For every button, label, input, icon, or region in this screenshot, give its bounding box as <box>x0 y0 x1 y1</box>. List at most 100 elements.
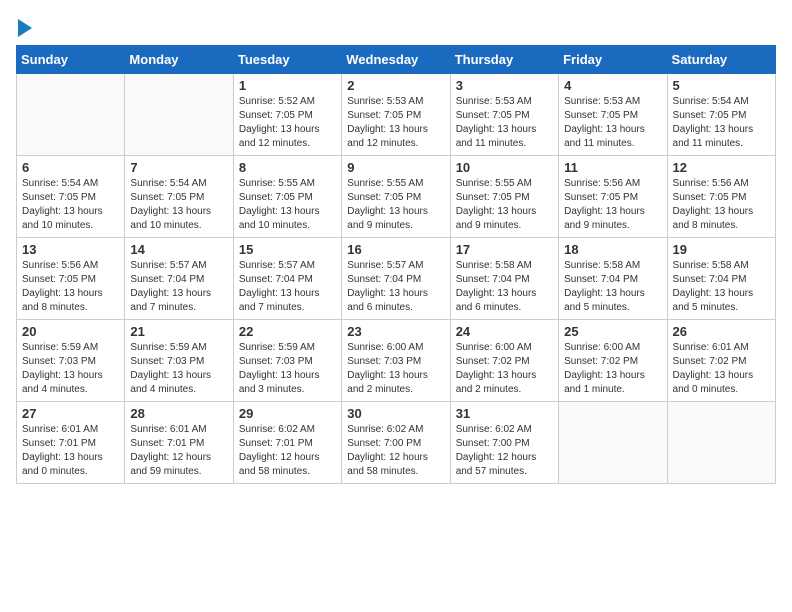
day-number: 1 <box>239 78 336 93</box>
calendar-cell: 27 Sunrise: 6:01 AM Sunset: 7:01 PM Dayli… <box>17 402 125 484</box>
calendar-cell: 3 Sunrise: 5:53 AM Sunset: 7:05 PM Daylig… <box>450 74 558 156</box>
day-info: Sunrise: 5:55 AM Sunset: 7:05 PM Dayligh… <box>347 177 444 233</box>
day-info: Sunrise: 5:57 AM Sunset: 7:04 PM Dayligh… <box>347 259 444 315</box>
day-info: Sunrise: 6:01 AM Sunset: 7:01 PM Dayligh… <box>22 423 119 479</box>
calendar-cell: 16 Sunrise: 5:57 AM Sunset: 7:04 PM Dayli… <box>342 238 450 320</box>
calendar-cell: 29 Sunrise: 6:02 AM Sunset: 7:01 PM Dayli… <box>233 402 341 484</box>
calendar-week-row: 1Sunrise: 5:52 AM Sunset: 7:05 PM Daylig… <box>17 74 776 156</box>
calendar-cell: 15 Sunrise: 5:57 AM Sunset: 7:04 PM Dayli… <box>233 238 341 320</box>
day-number: 5 <box>673 78 770 93</box>
day-number: 25 <box>564 324 661 339</box>
day-info: Sunrise: 5:59 AM Sunset: 7:03 PM Dayligh… <box>239 341 336 397</box>
day-number: 26 <box>673 324 770 339</box>
day-info: Sunrise: 6:00 AM Sunset: 7:03 PM Dayligh… <box>347 341 444 397</box>
day-info: Sunrise: 6:00 AM Sunset: 7:02 PM Dayligh… <box>456 341 553 397</box>
calendar-header-sunday: Sunday <box>17 46 125 74</box>
calendar-cell: 13Sunrise: 5:56 AM Sunset: 7:05 PM Dayli… <box>17 238 125 320</box>
day-info: Sunrise: 5:55 AM Sunset: 7:05 PM Dayligh… <box>239 177 336 233</box>
logo-icon <box>18 19 32 37</box>
day-info: Sunrise: 5:54 AM Sunset: 7:05 PM Dayligh… <box>22 177 119 233</box>
calendar-cell: 25Sunrise: 6:00 AM Sunset: 7:02 PM Dayli… <box>559 320 667 402</box>
day-number: 8 <box>239 160 336 175</box>
day-info: Sunrise: 5:59 AM Sunset: 7:03 PM Dayligh… <box>130 341 227 397</box>
day-number: 30 <box>347 406 444 421</box>
day-number: 2 <box>347 78 444 93</box>
day-number: 28 <box>130 406 227 421</box>
day-info: Sunrise: 5:56 AM Sunset: 7:05 PM Dayligh… <box>564 177 661 233</box>
calendar-cell: 20 Sunrise: 5:59 AM Sunset: 7:03 PM Dayli… <box>17 320 125 402</box>
day-number: 4 <box>564 78 661 93</box>
calendar-header-row: SundayMondayTuesdayWednesdayThursdayFrid… <box>17 46 776 74</box>
calendar-cell: 31 Sunrise: 6:02 AM Sunset: 7:00 PM Dayli… <box>450 402 558 484</box>
day-info: Sunrise: 6:02 AM Sunset: 7:01 PM Dayligh… <box>239 423 336 479</box>
calendar-cell: 17 Sunrise: 5:58 AM Sunset: 7:04 PM Dayli… <box>450 238 558 320</box>
day-info: Sunrise: 5:58 AM Sunset: 7:04 PM Dayligh… <box>456 259 553 315</box>
calendar-cell: 12 Sunrise: 5:56 AM Sunset: 7:05 PM Dayli… <box>667 156 775 238</box>
day-info: Sunrise: 5:58 AM Sunset: 7:04 PM Dayligh… <box>673 259 770 315</box>
calendar-header-tuesday: Tuesday <box>233 46 341 74</box>
calendar-cell: 23Sunrise: 6:00 AM Sunset: 7:03 PM Dayli… <box>342 320 450 402</box>
calendar-cell: 22 Sunrise: 5:59 AM Sunset: 7:03 PM Dayli… <box>233 320 341 402</box>
day-info: Sunrise: 6:01 AM Sunset: 7:02 PM Dayligh… <box>673 341 770 397</box>
day-info: Sunrise: 6:01 AM Sunset: 7:01 PM Dayligh… <box>130 423 227 479</box>
day-number: 6 <box>22 160 119 175</box>
day-info: Sunrise: 5:54 AM Sunset: 7:05 PM Dayligh… <box>130 177 227 233</box>
calendar-cell: 19Sunrise: 5:58 AM Sunset: 7:04 PM Dayli… <box>667 238 775 320</box>
calendar-cell: 7 Sunrise: 5:54 AM Sunset: 7:05 PM Daylig… <box>125 156 233 238</box>
calendar-cell: 18Sunrise: 5:58 AM Sunset: 7:04 PM Dayli… <box>559 238 667 320</box>
day-number: 14 <box>130 242 227 257</box>
calendar-cell <box>559 402 667 484</box>
page-header <box>16 16 776 37</box>
day-number: 18 <box>564 242 661 257</box>
calendar-cell: 6 Sunrise: 5:54 AM Sunset: 7:05 PM Daylig… <box>17 156 125 238</box>
calendar-cell: 8 Sunrise: 5:55 AM Sunset: 7:05 PM Daylig… <box>233 156 341 238</box>
calendar-week-row: 6 Sunrise: 5:54 AM Sunset: 7:05 PM Daylig… <box>17 156 776 238</box>
day-number: 17 <box>456 242 553 257</box>
calendar-cell: 26 Sunrise: 6:01 AM Sunset: 7:02 PM Dayli… <box>667 320 775 402</box>
day-number: 24 <box>456 324 553 339</box>
calendar-cell: 21Sunrise: 5:59 AM Sunset: 7:03 PM Dayli… <box>125 320 233 402</box>
calendar-cell <box>125 74 233 156</box>
calendar-cell: 2 Sunrise: 5:53 AM Sunset: 7:05 PM Daylig… <box>342 74 450 156</box>
day-number: 3 <box>456 78 553 93</box>
calendar-cell: 9 Sunrise: 5:55 AM Sunset: 7:05 PM Daylig… <box>342 156 450 238</box>
day-info: Sunrise: 6:02 AM Sunset: 7:00 PM Dayligh… <box>347 423 444 479</box>
day-number: 7 <box>130 160 227 175</box>
day-number: 16 <box>347 242 444 257</box>
calendar-cell: 4 Sunrise: 5:53 AM Sunset: 7:05 PM Daylig… <box>559 74 667 156</box>
day-info: Sunrise: 5:59 AM Sunset: 7:03 PM Dayligh… <box>22 341 119 397</box>
calendar-cell: 5 Sunrise: 5:54 AM Sunset: 7:05 PM Daylig… <box>667 74 775 156</box>
calendar-week-row: 13Sunrise: 5:56 AM Sunset: 7:05 PM Dayli… <box>17 238 776 320</box>
day-number: 13 <box>22 242 119 257</box>
day-number: 31 <box>456 406 553 421</box>
day-number: 27 <box>22 406 119 421</box>
day-info: Sunrise: 5:57 AM Sunset: 7:04 PM Dayligh… <box>239 259 336 315</box>
calendar-cell: 10 Sunrise: 5:55 AM Sunset: 7:05 PM Dayli… <box>450 156 558 238</box>
calendar-cell <box>17 74 125 156</box>
day-info: Sunrise: 5:53 AM Sunset: 7:05 PM Dayligh… <box>347 95 444 151</box>
day-number: 15 <box>239 242 336 257</box>
day-info: Sunrise: 5:55 AM Sunset: 7:05 PM Dayligh… <box>456 177 553 233</box>
day-info: Sunrise: 5:53 AM Sunset: 7:05 PM Dayligh… <box>564 95 661 151</box>
calendar-cell: 28 Sunrise: 6:01 AM Sunset: 7:01 PM Dayli… <box>125 402 233 484</box>
day-info: Sunrise: 5:54 AM Sunset: 7:05 PM Dayligh… <box>673 95 770 151</box>
day-number: 12 <box>673 160 770 175</box>
calendar-header-wednesday: Wednesday <box>342 46 450 74</box>
day-number: 11 <box>564 160 661 175</box>
day-info: Sunrise: 5:57 AM Sunset: 7:04 PM Dayligh… <box>130 259 227 315</box>
day-number: 9 <box>347 160 444 175</box>
calendar-week-row: 20 Sunrise: 5:59 AM Sunset: 7:03 PM Dayli… <box>17 320 776 402</box>
day-number: 10 <box>456 160 553 175</box>
calendar-header-monday: Monday <box>125 46 233 74</box>
calendar-cell: 30 Sunrise: 6:02 AM Sunset: 7:00 PM Dayli… <box>342 402 450 484</box>
day-number: 29 <box>239 406 336 421</box>
day-number: 20 <box>22 324 119 339</box>
logo <box>16 16 32 37</box>
day-info: Sunrise: 5:56 AM Sunset: 7:05 PM Dayligh… <box>673 177 770 233</box>
calendar-cell: 1Sunrise: 5:52 AM Sunset: 7:05 PM Daylig… <box>233 74 341 156</box>
day-number: 22 <box>239 324 336 339</box>
calendar-cell: 24 Sunrise: 6:00 AM Sunset: 7:02 PM Dayli… <box>450 320 558 402</box>
calendar-week-row: 27 Sunrise: 6:01 AM Sunset: 7:01 PM Dayli… <box>17 402 776 484</box>
day-info: Sunrise: 6:02 AM Sunset: 7:00 PM Dayligh… <box>456 423 553 479</box>
day-info: Sunrise: 5:53 AM Sunset: 7:05 PM Dayligh… <box>456 95 553 151</box>
